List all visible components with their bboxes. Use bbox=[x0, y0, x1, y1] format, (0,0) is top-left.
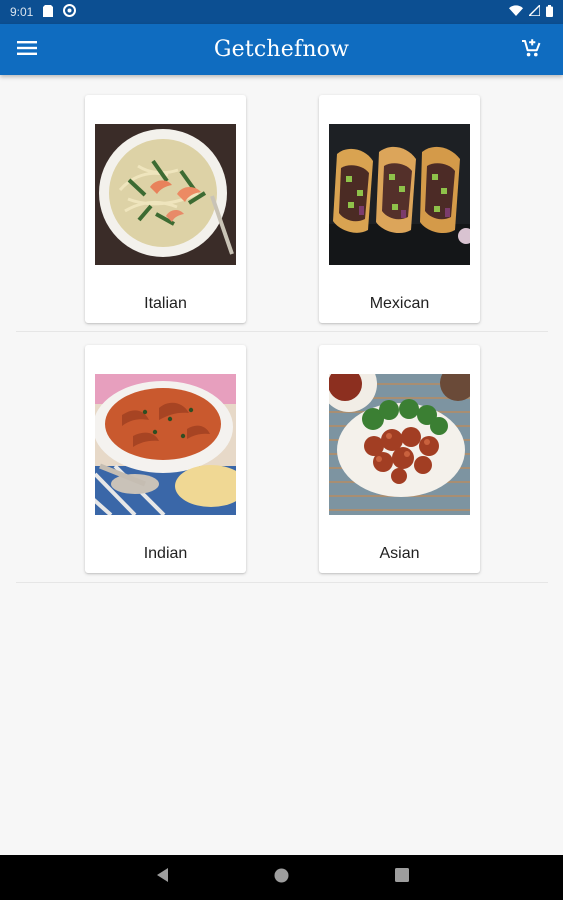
cart-button[interactable] bbox=[517, 36, 545, 64]
recents-icon bbox=[394, 868, 409, 887]
category-label: Mexican bbox=[369, 295, 430, 312]
app-bar: Getchefnow bbox=[0, 24, 563, 75]
category-label: Asian bbox=[379, 545, 420, 562]
menu-button[interactable] bbox=[14, 37, 40, 63]
recents-button[interactable] bbox=[387, 863, 417, 893]
butter-chicken-dish-image bbox=[95, 374, 236, 515]
signal-icon bbox=[527, 3, 541, 19]
category-label: Indian bbox=[143, 545, 188, 562]
wifi-icon bbox=[509, 5, 523, 19]
home-icon bbox=[274, 868, 289, 888]
app-title: Getchefnow bbox=[213, 37, 350, 62]
tacos-dish-image bbox=[329, 124, 470, 265]
sd-card-icon bbox=[43, 4, 54, 20]
glazed-chicken-broccoli-dish-image bbox=[329, 374, 470, 515]
home-button[interactable] bbox=[267, 863, 297, 893]
status-time: 9:01 bbox=[10, 5, 34, 19]
category-grid: Italian Mexican Indian Asian bbox=[16, 75, 548, 583]
system-navigation-bar bbox=[0, 855, 563, 900]
status-bar: 9:01 bbox=[0, 0, 563, 24]
back-button[interactable] bbox=[147, 863, 177, 893]
category-card-mexican[interactable]: Mexican bbox=[319, 95, 480, 323]
add-to-cart-icon bbox=[520, 37, 542, 64]
hamburger-menu-icon bbox=[17, 40, 37, 61]
battery-icon bbox=[546, 4, 553, 20]
pasta-shrimp-dish-image bbox=[95, 124, 236, 265]
category-card-asian[interactable]: Asian bbox=[319, 345, 480, 573]
category-card-italian[interactable]: Italian bbox=[85, 95, 246, 323]
category-card-indian[interactable]: Indian bbox=[85, 345, 246, 573]
category-label: Italian bbox=[144, 295, 187, 312]
back-icon bbox=[155, 867, 169, 888]
sync-icon bbox=[63, 4, 77, 20]
category-row: Italian Mexican bbox=[16, 75, 548, 332]
category-row: Indian Asian bbox=[16, 332, 548, 583]
